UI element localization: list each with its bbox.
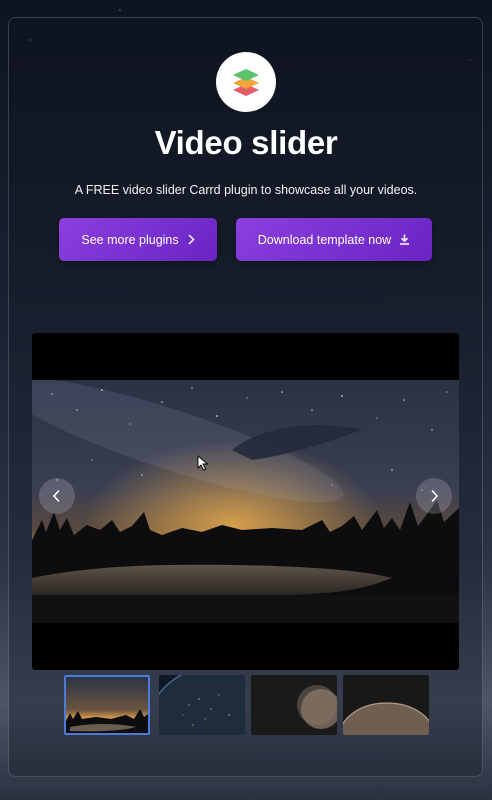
thumbnail-planet[interactable]	[251, 675, 337, 735]
download-template-label: Download template now	[257, 232, 392, 247]
slider-prev-button[interactable]	[39, 478, 75, 514]
see-more-plugins-button[interactable]: See more plugins	[59, 218, 217, 261]
mouse-cursor-icon	[197, 455, 209, 471]
thumbnail-milky-way[interactable]	[64, 675, 150, 735]
video-frame-milky-way	[32, 380, 459, 623]
page-subtitle: A FREE video slider Carrd plugin to show…	[74, 183, 418, 197]
slider-next-button[interactable]	[416, 478, 452, 514]
layers-stack-icon	[233, 69, 259, 96]
chevron-right-icon	[431, 489, 439, 503]
logo	[216, 52, 276, 112]
thumbnail-earth-night[interactable]	[159, 675, 245, 735]
page-title: Video slider	[154, 124, 338, 161]
thumbnail-planet-horizon[interactable]	[343, 675, 429, 735]
download-icon	[400, 234, 410, 245]
download-template-button[interactable]: Download template now	[236, 218, 432, 261]
thumbnail-strip	[0, 675, 492, 737]
chevron-right-icon	[188, 234, 195, 245]
see-more-plugins-label: See more plugins	[81, 232, 179, 247]
video-player[interactable]	[32, 333, 459, 670]
milky-way-scene	[32, 380, 459, 623]
chevron-left-icon	[52, 489, 60, 503]
